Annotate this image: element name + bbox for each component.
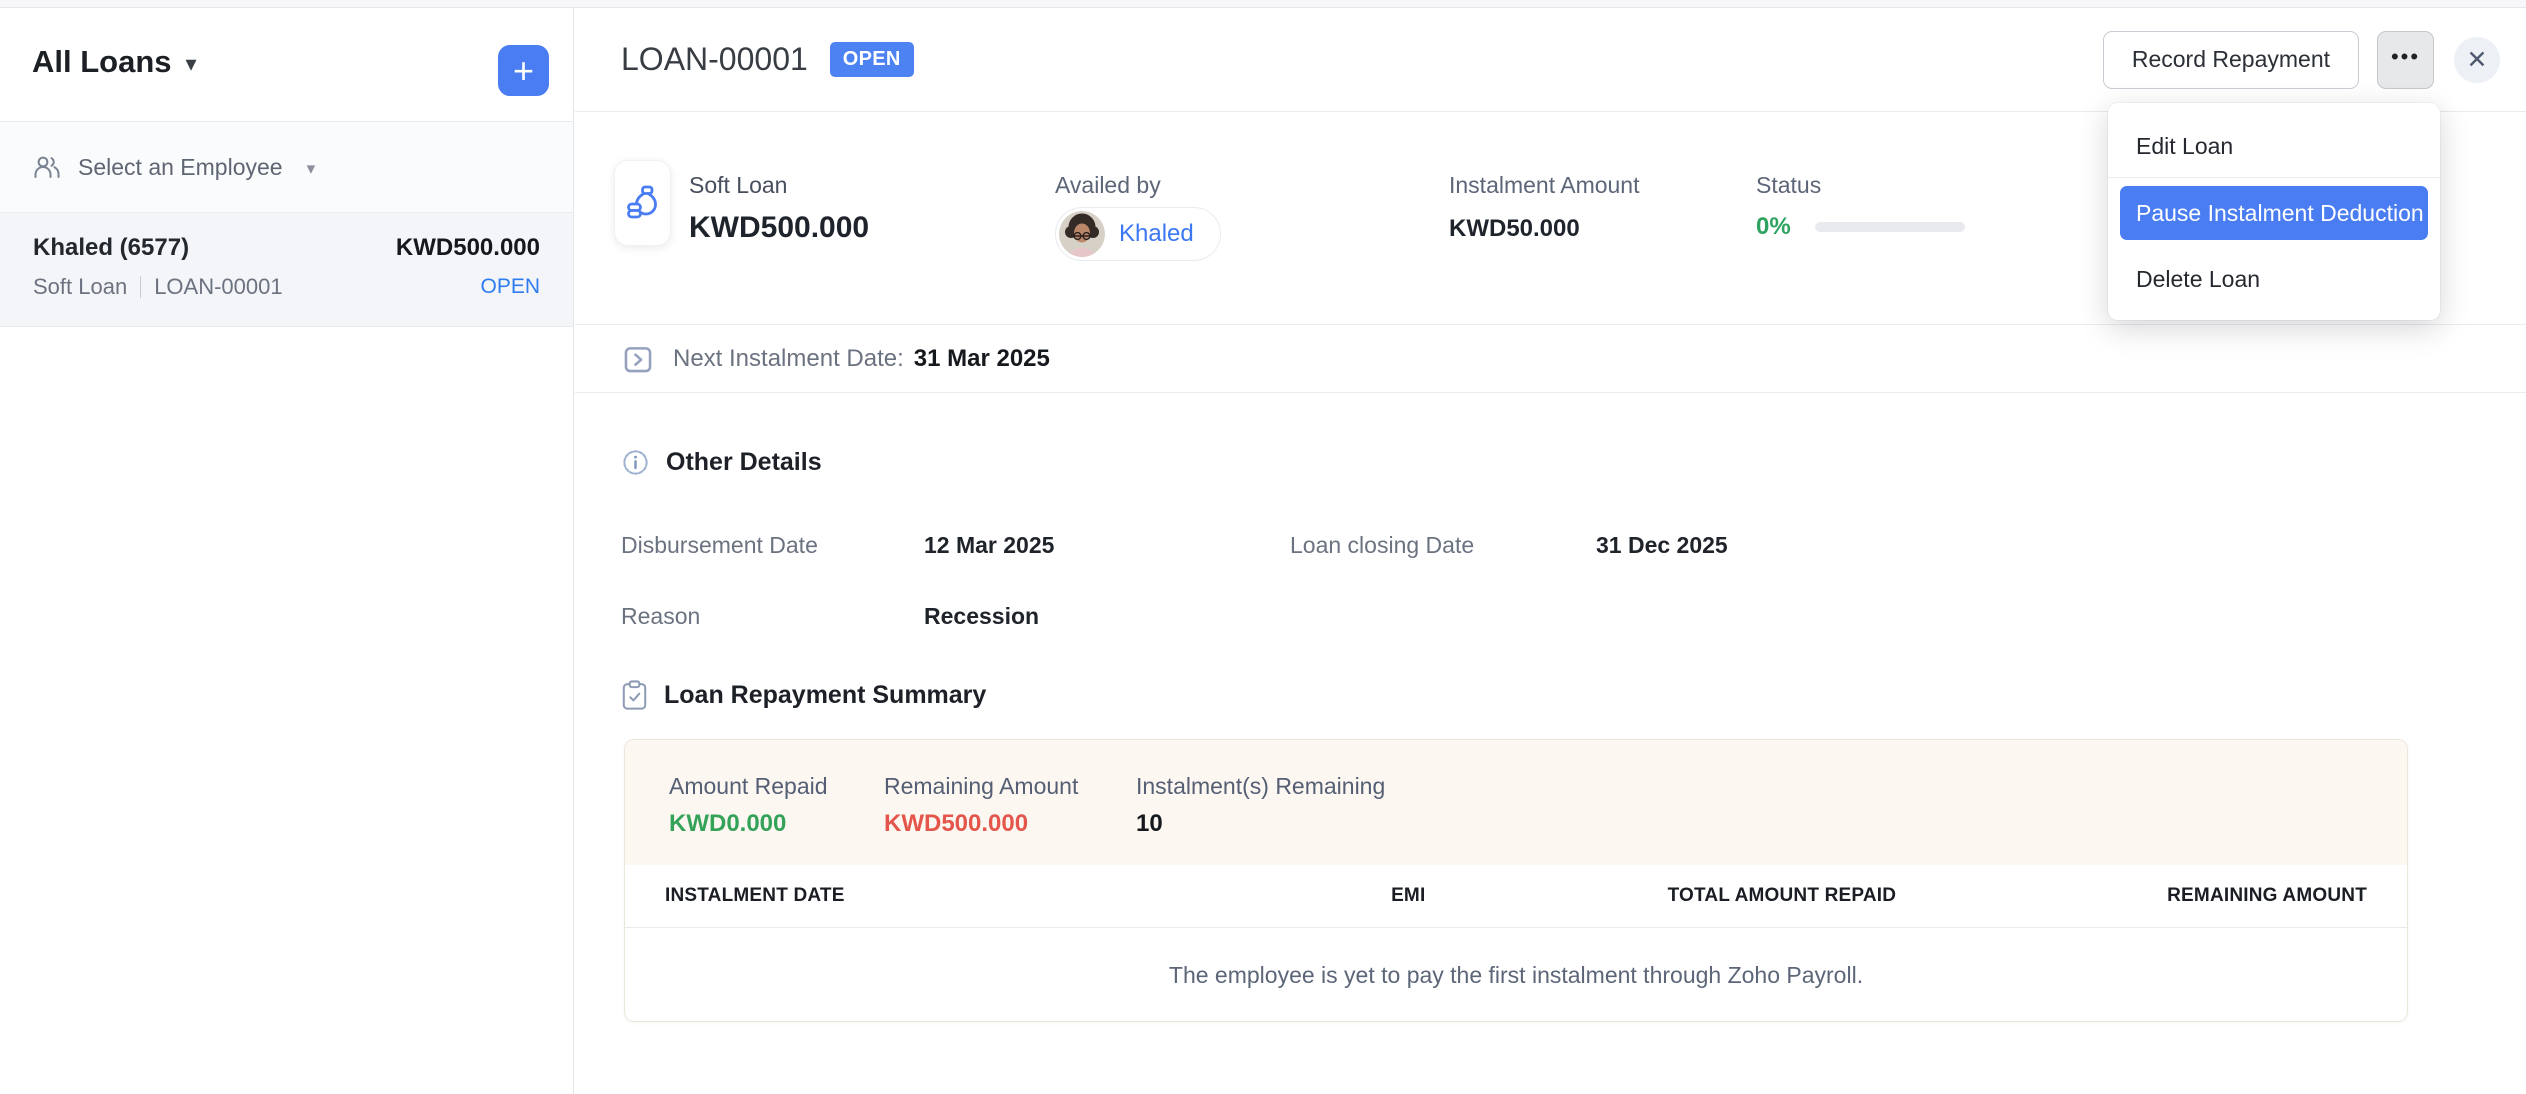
next-instalment-date: 31 Mar 2025 — [914, 345, 1050, 373]
stat-label: Instalment(s) Remaining — [1136, 773, 1385, 800]
field-label: Loan closing Date — [1290, 532, 1596, 559]
instalments-remaining-value: 10 — [1136, 810, 1385, 838]
loan-item-type: Soft Loan — [33, 274, 127, 300]
close-button[interactable]: ✕ — [2454, 37, 2500, 83]
instalment-amount-label: Instalment Amount — [1449, 172, 1640, 199]
loan-amount: KWD500.000 — [689, 211, 869, 245]
record-repayment-button[interactable]: Record Repayment — [2103, 31, 2359, 89]
instalment-amount-value: KWD50.000 — [1449, 215, 1640, 243]
loan-list-item[interactable]: Khaled (6577) KWD500.000 Soft Loan LOAN-… — [0, 213, 573, 327]
clipboard-check-icon — [621, 680, 648, 711]
loan-item-status-badge: OPEN — [480, 275, 540, 299]
progress-percent: 0% — [1756, 213, 1791, 241]
column-header: TOTAL AMOUNT REPAID — [1425, 885, 1896, 907]
avatar — [1059, 211, 1105, 257]
sidebar-header: All Loans ▾ + — [0, 8, 573, 122]
caret-down-icon: ▾ — [307, 159, 316, 179]
menu-item-edit-loan[interactable]: Edit Loan — [2108, 115, 2440, 177]
ellipsis-icon: ••• — [2391, 44, 2420, 69]
loans-sidebar: All Loans ▾ + Select an Employee ▾ Khale — [0, 8, 574, 1094]
money-bag-icon — [625, 182, 661, 224]
column-header: INSTALMENT DATE — [665, 885, 1226, 907]
page-title: LOAN-00001 — [621, 41, 808, 78]
loan-type-icon-card — [614, 160, 671, 246]
remaining-amount-value: KWD500.000 — [884, 810, 1136, 838]
employee-filter-placeholder: Select an Employee — [78, 154, 283, 181]
close-icon: ✕ — [2467, 46, 2488, 74]
other-details-heading: Other Details — [666, 448, 822, 477]
availed-by-label: Availed by — [1055, 172, 1221, 199]
caret-down-icon: ▾ — [186, 51, 197, 77]
empty-state-message: The employee is yet to pay the first ins… — [1169, 962, 1863, 989]
loan-type-label: Soft Loan — [689, 172, 869, 199]
field-value: 12 Mar 2025 — [924, 532, 1290, 559]
availed-by-name: Khaled — [1119, 220, 1194, 248]
more-options-button[interactable]: ••• — [2377, 31, 2434, 89]
menu-pause-wrapper: Pause Instalment Deduction — [2108, 177, 2440, 248]
menu-item-delete-loan[interactable]: Delete Loan — [2108, 248, 2440, 310]
top-edge-strip — [0, 0, 2526, 8]
column-header: EMI — [1226, 885, 1425, 907]
next-instalment-row: Next Instalment Date: 31 Mar 2025 — [575, 325, 2526, 393]
loan-item-number: LOAN-00001 — [154, 274, 282, 300]
next-instalment-label: Next Instalment Date: — [673, 345, 904, 373]
progress-bar — [1815, 222, 1965, 232]
more-options-menu: Edit Loan Pause Instalment Deduction Del… — [2108, 103, 2440, 320]
status-label: Status — [1756, 172, 1965, 199]
field-value: Recession — [924, 603, 1039, 630]
divider — [140, 276, 141, 298]
field-label: Reason — [621, 603, 924, 630]
loans-filter-dropdown[interactable]: All Loans ▾ — [32, 44, 197, 80]
other-details-section: Other Details Disbursement Date 12 Mar 2… — [575, 393, 2526, 630]
calendar-forward-icon — [621, 342, 655, 376]
column-header: REMAINING AMOUNT — [1896, 885, 2367, 907]
info-icon — [621, 448, 650, 477]
loan-repayment-summary-section: Loan Repayment Summary Amount Repaid KWD… — [575, 680, 2526, 1022]
loan-detail-header: LOAN-00001 OPEN Record Repayment ••• ✕ — [575, 8, 2526, 112]
people-icon — [32, 154, 62, 180]
empty-state-row: The employee is yet to pay the first ins… — [625, 928, 2407, 1022]
status-badge: OPEN — [830, 42, 914, 77]
loans-page: All Loans ▾ + Select an Employee ▾ Khale — [0, 0, 2526, 1094]
employee-filter[interactable]: Select an Employee ▾ — [0, 122, 573, 213]
stat-label: Remaining Amount — [884, 773, 1136, 800]
sidebar-title: All Loans — [32, 44, 172, 80]
repayment-stats: Amount Repaid KWD0.000 Remaining Amount … — [625, 740, 2407, 865]
field-value: 31 Dec 2025 — [1596, 532, 1728, 559]
plus-icon: + — [513, 50, 534, 91]
repayment-summary-card: Amount Repaid KWD0.000 Remaining Amount … — [624, 739, 2408, 1022]
amount-repaid-value: KWD0.000 — [669, 810, 884, 838]
menu-item-pause-instalment-deduction[interactable]: Pause Instalment Deduction — [2120, 186, 2428, 240]
availed-by-employee-link[interactable]: Khaled — [1055, 207, 1221, 261]
add-loan-button[interactable]: + — [498, 45, 549, 96]
field-label: Disbursement Date — [621, 532, 924, 559]
loan-item-amount: KWD500.000 — [396, 234, 540, 262]
loan-item-employee: Khaled (6577) — [33, 234, 189, 262]
repayment-summary-heading: Loan Repayment Summary — [664, 681, 986, 710]
instalment-table-header: INSTALMENT DATE EMI TOTAL AMOUNT REPAID … — [625, 865, 2407, 928]
stat-label: Amount Repaid — [669, 773, 884, 800]
